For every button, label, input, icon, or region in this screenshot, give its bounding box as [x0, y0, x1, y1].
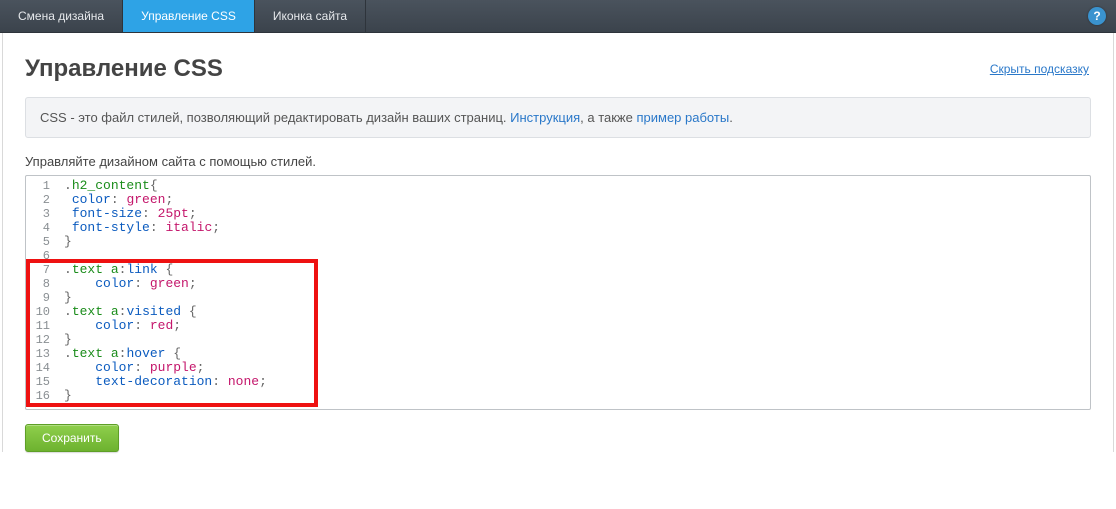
hint-text-mid: , а также [580, 110, 636, 125]
line-number: 14 [26, 361, 54, 375]
line-text[interactable]: text-decoration: none; [54, 375, 267, 389]
subheading: Управляйте дизайном сайта с помощью стил… [25, 154, 1091, 169]
tab-2[interactable]: Иконка сайта [255, 0, 366, 32]
css-editor[interactable]: 1.h2_content{2 color: green;3 font-size:… [25, 175, 1091, 410]
line-number: 8 [26, 277, 54, 291]
help-icon[interactable]: ? [1088, 7, 1106, 25]
line-number: 11 [26, 319, 54, 333]
tab-1[interactable]: Управление CSS [123, 0, 255, 32]
hint-text-suffix: . [729, 110, 733, 125]
code-line[interactable]: 4 font-style: italic; [26, 221, 1090, 235]
line-text[interactable]: } [54, 235, 72, 249]
line-number: 4 [26, 221, 54, 235]
line-number: 9 [26, 291, 54, 305]
code-line[interactable]: 5} [26, 235, 1090, 249]
line-number: 13 [26, 347, 54, 361]
line-number: 10 [26, 305, 54, 319]
line-text[interactable]: font-style: italic; [54, 221, 220, 235]
line-text[interactable]: color: red; [54, 319, 181, 333]
line-text[interactable]: color: purple; [54, 361, 204, 375]
line-number: 16 [26, 389, 54, 403]
hint-box: CSS - это файл стилей, позволяющий редак… [25, 97, 1091, 138]
line-text[interactable]: } [54, 389, 72, 403]
tab-0[interactable]: Смена дизайна [0, 0, 123, 32]
line-text[interactable]: } [54, 291, 72, 305]
code-line[interactable]: 14 color: purple; [26, 361, 1090, 375]
line-text[interactable]: .h2_content{ [54, 179, 158, 193]
code-content[interactable]: 1.h2_content{2 color: green;3 font-size:… [26, 179, 1090, 403]
code-line[interactable]: 2 color: green; [26, 193, 1090, 207]
code-line[interactable]: 6 [26, 249, 1090, 263]
line-text[interactable]: font-size: 25pt; [54, 207, 197, 221]
line-number: 1 [26, 179, 54, 193]
button-row: Сохранить [25, 424, 1091, 452]
page-header: Управление CSS Скрыть подсказку [3, 33, 1113, 97]
line-text[interactable]: color: green; [54, 193, 173, 207]
line-text[interactable]: .text a:link { [54, 263, 173, 277]
line-number: 6 [26, 249, 54, 263]
example-link[interactable]: пример работы [636, 110, 729, 125]
code-line[interactable]: 16} [26, 389, 1090, 403]
line-number: 12 [26, 333, 54, 347]
hint-text-prefix: CSS - это файл стилей, позволяющий редак… [40, 110, 510, 125]
page-body: Управление CSS Скрыть подсказку CSS - эт… [2, 33, 1114, 452]
hide-hint-link[interactable]: Скрыть подсказку [990, 62, 1089, 76]
code-line[interactable]: 1.h2_content{ [26, 179, 1090, 193]
code-line[interactable]: 9} [26, 291, 1090, 305]
line-text[interactable]: .text a:visited { [54, 305, 197, 319]
code-line[interactable]: 12} [26, 333, 1090, 347]
page-title: Управление CSS [25, 55, 223, 83]
code-line[interactable]: 8 color: green; [26, 277, 1090, 291]
line-text[interactable] [54, 249, 64, 263]
line-number: 2 [26, 193, 54, 207]
line-number: 3 [26, 207, 54, 221]
line-number: 7 [26, 263, 54, 277]
line-text[interactable]: color: green; [54, 277, 197, 291]
code-line[interactable]: 10.text a:visited { [26, 305, 1090, 319]
line-text[interactable]: .text a:hover { [54, 347, 181, 361]
topbar: Смена дизайнаУправление CSSИконка сайта … [0, 0, 1116, 33]
code-line[interactable]: 3 font-size: 25pt; [26, 207, 1090, 221]
line-number: 5 [26, 235, 54, 249]
line-number: 15 [26, 375, 54, 389]
code-line[interactable]: 13.text a:hover { [26, 347, 1090, 361]
save-button[interactable]: Сохранить [25, 424, 119, 452]
code-line[interactable]: 15 text-decoration: none; [26, 375, 1090, 389]
code-line[interactable]: 11 color: red; [26, 319, 1090, 333]
code-line[interactable]: 7.text a:link { [26, 263, 1090, 277]
line-text[interactable]: } [54, 333, 72, 347]
instruction-link[interactable]: Инструкция [510, 110, 580, 125]
